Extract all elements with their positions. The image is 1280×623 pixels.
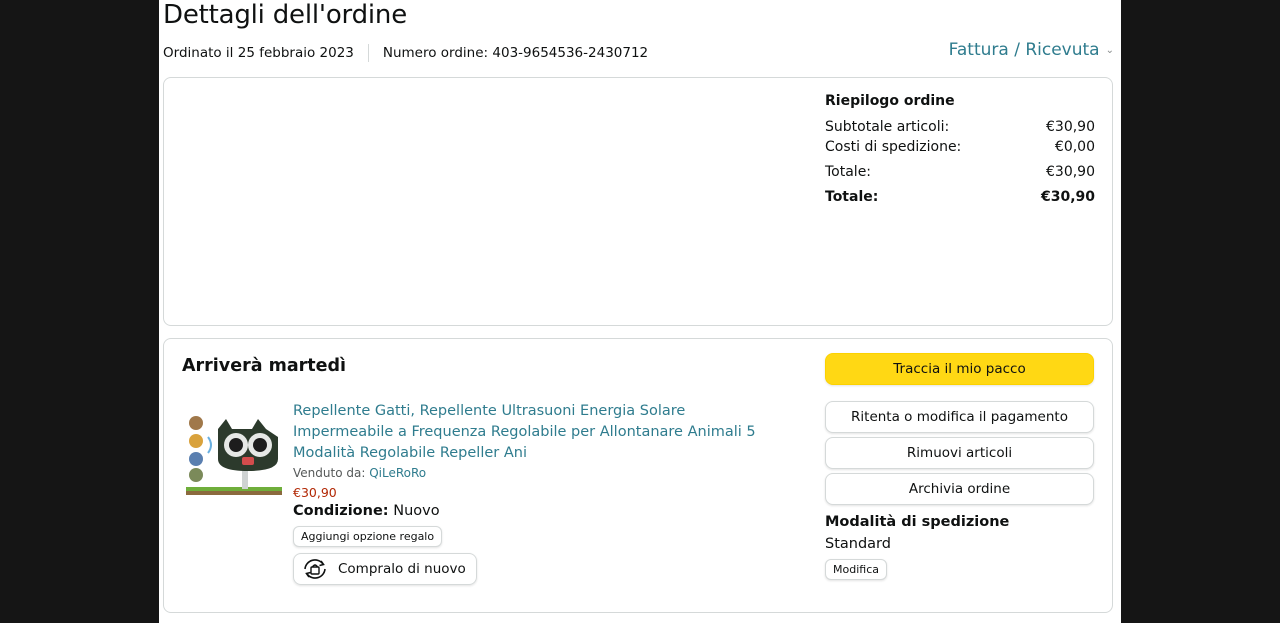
summary-label: Totale: (825, 189, 879, 205)
order-details-page: Dettagli dell'ordine Ordinato il 25 febb… (159, 0, 1121, 623)
invoice-label: Fattura / Ricevuta (948, 40, 1100, 60)
buy-again-label: Compralo di nuovo (338, 561, 466, 577)
modify-shipping-button[interactable]: Modifica (825, 559, 887, 580)
summary-value: €0,00 (1054, 139, 1095, 155)
divider (367, 44, 369, 62)
seller-line: Venduto da: QiLeRoRo (293, 466, 783, 480)
summary-label: Totale: (825, 164, 872, 180)
summary-row-total: Totale: €30,90 (825, 162, 1095, 182)
product-image[interactable] (186, 411, 282, 497)
order-meta: Ordinato il 25 febbraio 2023 Numero ordi… (163, 44, 648, 62)
product-price: €30,90 (293, 485, 337, 500)
chevron-down-icon: ⌄ (1105, 44, 1114, 56)
retry-payment-button[interactable]: Ritenta o modifica il pagamento (825, 401, 1094, 433)
shipment-card: Arriverà martedì Repellente Gatti, Repel… (163, 338, 1113, 613)
summary-row-shipping: Costi di spedizione: €0,00 (825, 137, 1095, 157)
summary-label: Subtotale articoli: (825, 119, 950, 135)
summary-heading: Riepilogo ordine (825, 93, 955, 109)
summary-row-grand-total: Totale: €30,90 (825, 187, 1095, 207)
track-package-button[interactable]: Traccia il mio pacco (825, 353, 1094, 385)
condition-value: Nuovo (388, 503, 440, 519)
summary-value: €30,90 (1046, 119, 1095, 135)
product-title-link[interactable]: Repellente Gatti, Repellente Ultrasuoni … (293, 401, 783, 464)
buy-again-button[interactable]: Compralo di nuovo (293, 553, 477, 585)
arrival-heading: Arriverà martedì (182, 356, 347, 376)
seller-link[interactable]: QiLeRoRo (369, 466, 426, 480)
summary-row-subtotal: Subtotale articoli: €30,90 (825, 117, 1095, 137)
summary-label: Costi di spedizione: (825, 139, 962, 155)
invoice-dropdown[interactable]: Fattura / Ricevuta ⌄ (949, 40, 1114, 60)
order-number: Numero ordine: 403-9654536-2430712 (382, 45, 649, 61)
summary-value: €30,90 (1046, 164, 1095, 180)
shipping-method-heading: Modalità di spedizione (825, 514, 1010, 530)
condition-label: Condizione: (293, 503, 389, 519)
archive-order-button[interactable]: Archivia ordine (825, 473, 1094, 505)
shipping-method-value: Standard (825, 536, 891, 552)
summary-value: €30,90 (1040, 189, 1095, 205)
product-details: Repellente Gatti, Repellente Ultrasuoni … (293, 401, 783, 585)
sold-by-label: Venduto da: (293, 466, 370, 480)
page-title: Dettagli dell'ordine (163, 0, 407, 30)
add-gift-option-button[interactable]: Aggiungi opzione regalo (293, 526, 443, 547)
remove-items-button[interactable]: Rimuovi articoli (825, 437, 1094, 469)
order-summary: Riepilogo ordine Subtotale articoli: €30… (825, 93, 1095, 207)
order-summary-card: Riepilogo ordine Subtotale articoli: €30… (163, 77, 1113, 326)
shipment-actions: Traccia il mio pacco Ritenta o modifica … (825, 353, 1094, 580)
order-date: Ordinato il 25 febbraio 2023 (163, 45, 354, 61)
condition: Condizione: Nuovo (293, 503, 783, 519)
buy-again-icon (304, 559, 326, 579)
